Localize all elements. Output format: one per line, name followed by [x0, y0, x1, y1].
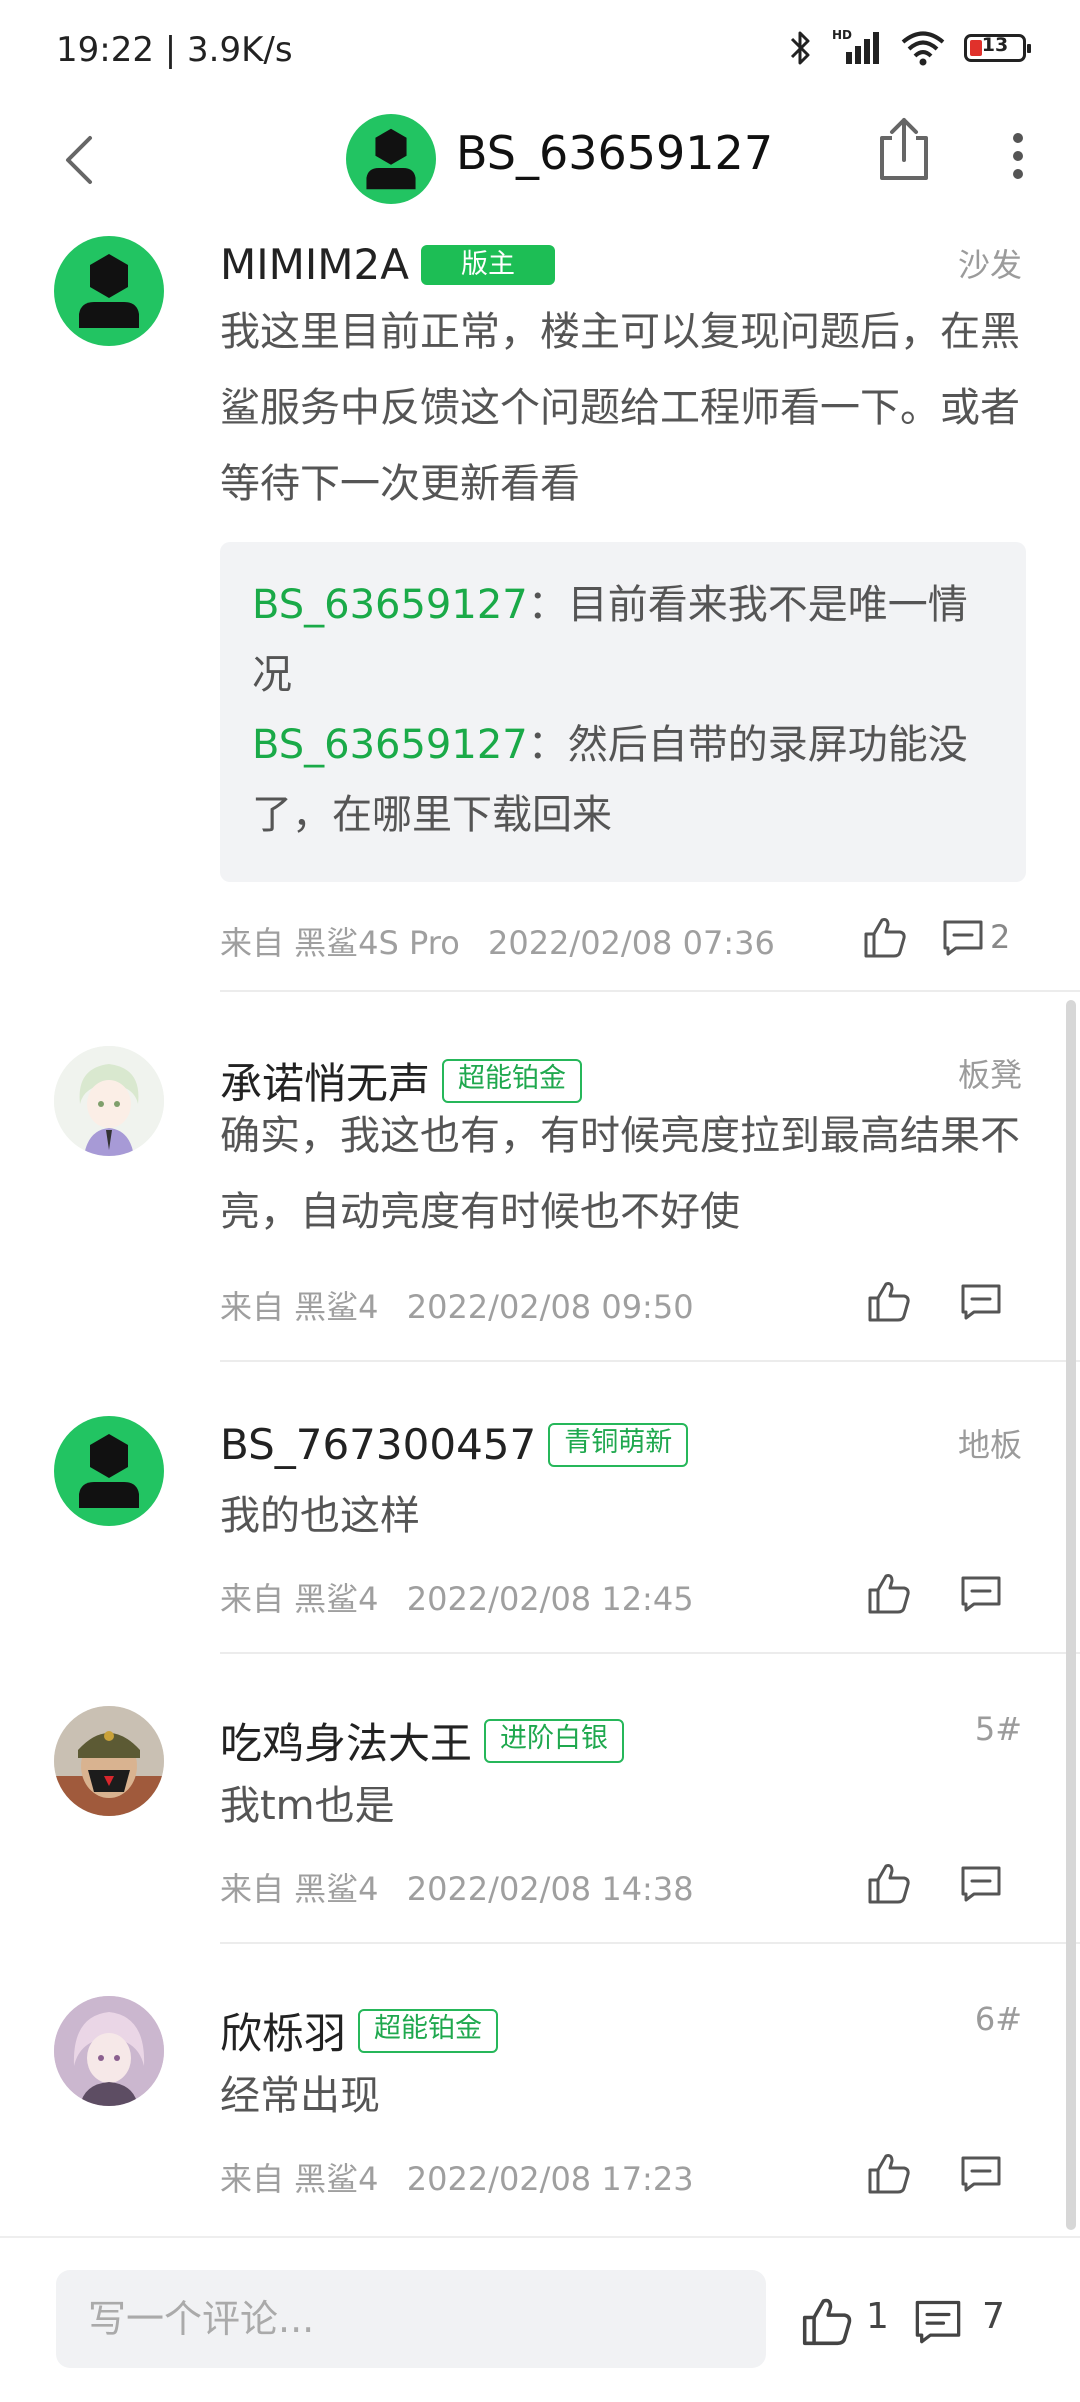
bottom-comment-bar: 写一个评论... 1 7	[0, 2236, 1080, 2402]
quoted-username[interactable]: BS_63659127	[252, 582, 528, 628]
avatar[interactable]	[54, 1996, 164, 2106]
more-options-button[interactable]	[1000, 116, 1036, 196]
device-label: 来自 黑鲨4	[220, 1288, 379, 1326]
floor-label: 6#	[974, 2000, 1022, 2038]
reply-count: 2	[990, 918, 1011, 956]
avatar[interactable]	[54, 1416, 164, 1526]
timestamp: 2022/02/08 14:38	[406, 1870, 694, 1908]
divider	[220, 990, 1080, 992]
comment-button[interactable]	[958, 1570, 1004, 1616]
page-title: BS_63659127	[456, 126, 774, 180]
username[interactable]: MIMIM2A	[220, 240, 409, 289]
divider	[220, 1360, 1080, 1362]
quote-separator: ：	[527, 582, 568, 628]
quoted-username[interactable]: BS_63659127	[252, 722, 528, 768]
quoted-reply: BS_63659127：目前看来我不是唯一情况	[252, 570, 992, 710]
reply-content: 确实，我这也有，有时候亮度拉到最高结果不亮，自动亮度有时候也不好使	[220, 1113, 1020, 1235]
divider	[220, 1652, 1080, 1654]
avatar[interactable]	[346, 114, 436, 204]
reply-content: 我这里目前正常，楼主可以复现问题后，在黑鲨服务中反馈这个问题给工程师看一下。或者…	[220, 309, 1020, 507]
avatar[interactable]	[54, 1706, 164, 1816]
header: BS_63659127	[0, 100, 1080, 250]
floor-label: 地板	[957, 1426, 1022, 1464]
floor-label: 沙发	[957, 246, 1022, 284]
comment-button[interactable]	[910, 2296, 966, 2346]
default-avatar-icon	[79, 1434, 139, 1508]
network-label: HD	[832, 28, 853, 42]
reply-meta: 来自 黑鲨4 2022/02/08 17:23	[220, 2154, 694, 2200]
comment-button[interactable]	[958, 1278, 1004, 1324]
status-time: 19:22 | 3.9K/s	[56, 30, 293, 70]
reply-meta: 来自 黑鲨4 2022/02/08 14:38	[220, 1864, 694, 1910]
username[interactable]: 吃鸡身法大王	[220, 1710, 472, 1771]
photo-avatar-icon	[54, 1706, 164, 1816]
anime-avatar-icon	[54, 1996, 164, 2106]
user-badge: 青铜萌新	[548, 1422, 689, 1467]
device-label: 来自 黑鲨4	[220, 1870, 379, 1908]
like-button[interactable]	[798, 2294, 856, 2348]
default-avatar-icon	[366, 128, 416, 190]
user-badge: 超能铂金	[358, 2008, 499, 2053]
user-badge: 进阶白银	[484, 1718, 625, 1763]
battery-icon: 13	[964, 34, 1031, 62]
reply-content: 我tm也是	[220, 1783, 395, 1829]
timestamp: 2022/02/08 07:36	[487, 924, 775, 962]
reply-meta: 来自 黑鲨4S Pro 2022/02/08 07:36	[220, 918, 775, 964]
default-avatar-icon	[79, 254, 139, 328]
reply-meta: 来自 黑鲨4 2022/02/08 09:50	[220, 1282, 694, 1328]
share-button[interactable]	[874, 112, 934, 188]
quote-separator: ：	[527, 722, 568, 768]
timestamp: 2022/02/08 12:45	[406, 1580, 694, 1618]
like-button[interactable]	[866, 2150, 912, 2196]
device-label: 来自 黑鲨4S Pro	[220, 924, 460, 962]
back-button[interactable]	[52, 120, 112, 200]
battery-level: 13	[981, 34, 1009, 56]
comment-button[interactable]	[940, 914, 986, 960]
cellular-signal-icon: HD	[832, 28, 882, 68]
device-label: 来自 黑鲨4	[220, 2160, 379, 2198]
reply-content: 我的也这样	[220, 1493, 420, 1539]
avatar[interactable]	[54, 236, 164, 346]
reply-meta: 来自 黑鲨4 2022/02/08 12:45	[220, 1574, 694, 1620]
quoted-reply: BS_63659127：然后自带的录屏功能没了，在哪里下载回来	[252, 710, 992, 850]
like-button[interactable]	[866, 1860, 912, 1906]
status-icons: HD 13	[788, 28, 1031, 68]
device-label: 来自 黑鲨4	[220, 1580, 379, 1618]
status-bar: 19:22 | 3.9K/s HD 13	[0, 0, 1080, 100]
comment-count: 7	[982, 2296, 1005, 2337]
timestamp: 2022/02/08 17:23	[406, 2160, 694, 2198]
user-badge: 超能铂金	[442, 1058, 583, 1103]
wifi-icon	[901, 31, 945, 66]
scrollbar[interactable]	[1066, 1000, 1076, 2230]
like-count: 1	[866, 2296, 889, 2337]
like-button[interactable]	[866, 1278, 912, 1324]
floor-label: 板凳	[957, 1056, 1022, 1094]
username[interactable]: BS_767300457	[220, 1420, 536, 1469]
username[interactable]: 欣栎羽	[220, 2000, 346, 2061]
avatar[interactable]	[54, 1046, 164, 1156]
comment-input[interactable]: 写一个评论...	[56, 2270, 766, 2368]
reply-content: 经常出现	[220, 2073, 380, 2119]
bluetooth-icon	[790, 31, 810, 65]
quoted-replies[interactable]: BS_63659127：目前看来我不是唯一情况 BS_63659127：然后自带…	[220, 542, 1026, 882]
anime-avatar-icon	[54, 1046, 164, 1156]
timestamp: 2022/02/08 09:50	[406, 1288, 694, 1326]
floor-label: 5#	[974, 1710, 1022, 1748]
user-badge: 版主	[420, 244, 555, 285]
comment-button[interactable]	[958, 2150, 1004, 2196]
divider	[220, 1942, 1080, 1944]
like-button[interactable]	[862, 914, 908, 960]
comment-button[interactable]	[958, 1860, 1004, 1906]
like-button[interactable]	[866, 1570, 912, 1616]
